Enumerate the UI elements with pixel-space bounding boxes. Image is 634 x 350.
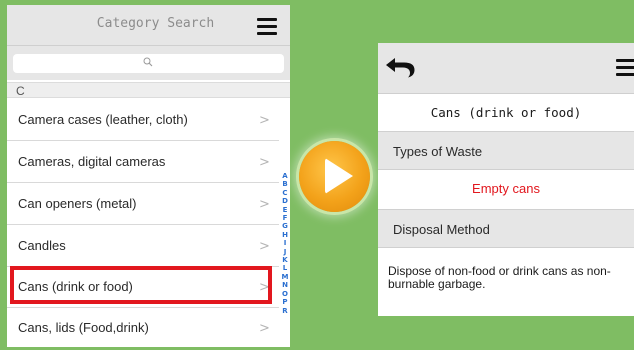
play-icon — [325, 158, 353, 194]
index-letter[interactable]: M — [282, 273, 289, 281]
header-bar: Category Search — [7, 5, 290, 46]
index-letter[interactable]: A — [282, 172, 287, 180]
page-title: Category Search — [96, 16, 215, 31]
section-label: Disposal Method — [393, 222, 490, 237]
list-item-cans-drink-or-food[interactable]: Cans (drink or food) > — [7, 267, 279, 308]
section-header: C — [7, 82, 290, 98]
index-letter[interactable]: I — [284, 239, 287, 247]
play-button[interactable] — [299, 141, 370, 212]
index-letter[interactable]: P — [282, 298, 287, 306]
item-detail-screen: Cans (drink or food) Types of Waste Empt… — [378, 43, 634, 316]
list-item-label: Candles — [18, 238, 66, 253]
index-letter[interactable]: J — [284, 248, 287, 256]
section-label: Types of Waste — [393, 144, 483, 159]
category-search-screen: Category Search C Camera cases (leather,… — [7, 5, 290, 347]
index-letter[interactable]: N — [282, 281, 288, 289]
hamburger-menu-icon[interactable] — [616, 59, 634, 76]
chevron-right-icon: > — [259, 155, 270, 170]
search-icon — [143, 57, 153, 67]
item-title: Cans (drink or food) — [430, 105, 582, 120]
chevron-right-icon: > — [259, 239, 270, 254]
list-item-camera-cases[interactable]: Camera cases (leather, cloth) > — [7, 100, 279, 141]
index-letter[interactable]: L — [283, 264, 287, 272]
index-letter[interactable]: E — [283, 206, 288, 214]
index-letter[interactable]: G — [282, 222, 288, 230]
list-item-label: Can openers (metal) — [18, 196, 137, 211]
index-letter[interactable]: F — [283, 214, 288, 222]
index-letter[interactable]: K — [282, 256, 287, 264]
chevron-right-icon: > — [259, 197, 270, 212]
back-arrow-icon[interactable] — [384, 56, 416, 78]
index-letter[interactable]: O — [282, 290, 288, 298]
list-item-label: Cans, lids (Food,drink) — [18, 320, 149, 335]
list-item-label: Camera cases (leather, cloth) — [18, 112, 188, 127]
index-letter[interactable]: D — [282, 197, 288, 205]
index-letter[interactable]: B — [282, 180, 287, 188]
index-letter[interactable]: R — [282, 307, 287, 315]
list-item-can-openers[interactable]: Can openers (metal) > — [7, 184, 279, 225]
list-item-label: Cans (drink or food) — [18, 279, 133, 294]
chevron-right-icon: > — [259, 321, 270, 336]
disposal-method-header: Disposal Method — [378, 209, 634, 248]
waste-type-value: Empty cans — [472, 181, 540, 196]
list-item-cans-lids[interactable]: Cans, lids (Food,drink) > — [7, 308, 279, 347]
disposal-method-text: Dispose of non-food or drink cans as non… — [388, 264, 611, 291]
header-bar — [378, 43, 634, 94]
chevron-right-icon: > — [259, 280, 270, 295]
search-bar — [7, 46, 290, 80]
list-item-label: Cameras, digital cameras — [18, 154, 166, 169]
list-item-cameras[interactable]: Cameras, digital cameras > — [7, 142, 279, 183]
types-of-waste-header: Types of Waste — [378, 131, 634, 170]
chevron-right-icon: > — [259, 113, 270, 128]
index-letter[interactable]: C — [282, 189, 287, 197]
hamburger-menu-icon[interactable] — [257, 18, 277, 35]
index-letter[interactable]: H — [282, 231, 288, 239]
alphabet-index[interactable]: A B C D E F G H I J K L M N O P R — [280, 172, 290, 315]
list-item-candles[interactable]: Candles > — [7, 226, 279, 267]
